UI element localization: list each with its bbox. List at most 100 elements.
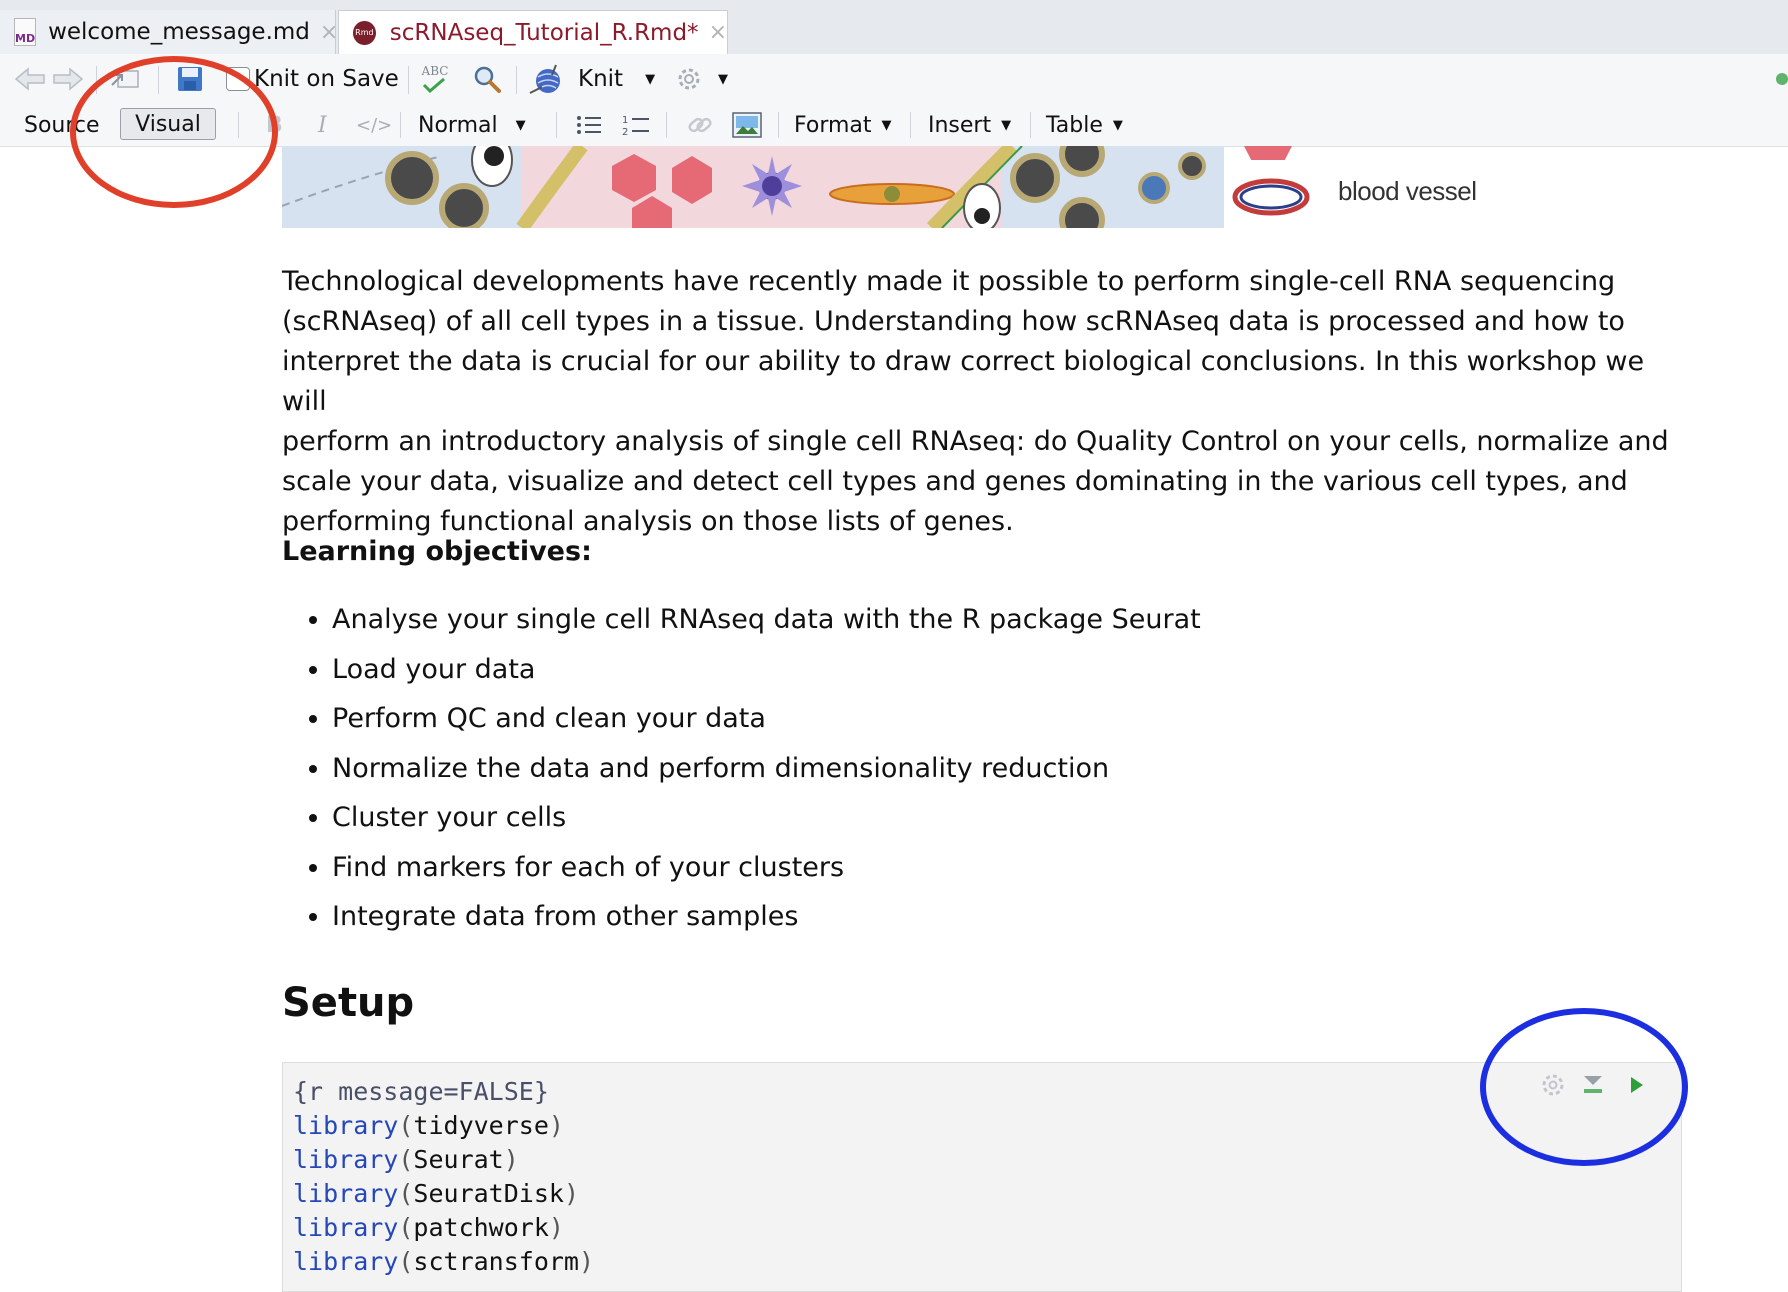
- settings-gear-button[interactable]: ▼: [674, 54, 728, 104]
- editor-toolbar: Knit on Save ABC Knit ▼ ▼: [0, 54, 1788, 105]
- editor-tab-bar: MD welcome_message.md × Rmd scRNAseq_Tut…: [0, 0, 1788, 55]
- blood-vessel-legend-icon: [1230, 176, 1312, 222]
- tab-scrnaseq-tutorial[interactable]: Rmd scRNAseq_Tutorial_R.Rmd* ×: [338, 10, 728, 54]
- tab-label: scRNAseq_Tutorial_R.Rmd*: [389, 19, 699, 46]
- function-arg: tidyverse: [413, 1111, 549, 1140]
- function-name: library: [293, 1179, 399, 1208]
- format-menu-label: Format: [794, 112, 872, 138]
- spellcheck-label: ABC: [421, 64, 449, 78]
- numbered-list-icon: 12: [622, 115, 649, 137]
- italic-icon: I: [318, 112, 327, 138]
- play-icon: [1631, 1077, 1643, 1093]
- chevron-down-icon: ▼: [515, 117, 526, 133]
- tab-label: welcome_message.md: [48, 19, 310, 45]
- insert-menu[interactable]: Insert ▼: [928, 104, 1011, 146]
- source-mode-button[interactable]: Source: [24, 104, 100, 146]
- block-format-dropdown[interactable]: Normal ▼: [418, 104, 526, 146]
- chevron-down-icon: ▼: [645, 71, 656, 87]
- function-arg: patchwork: [413, 1213, 549, 1242]
- visual-mode-button[interactable]: Visual: [120, 108, 216, 140]
- bold-button[interactable]: B: [266, 104, 283, 146]
- cell-diagram-image: [282, 146, 1224, 228]
- show-in-window-icon[interactable]: [110, 54, 142, 104]
- chevron-down-icon: ▼: [1112, 117, 1123, 133]
- numbered-list-button[interactable]: 12: [622, 104, 650, 146]
- rmd-file-icon: Rmd: [353, 20, 376, 45]
- intro-paragraph[interactable]: Technological developments have recently…: [282, 262, 1682, 542]
- bullet-list-icon: [577, 116, 601, 134]
- run-chunks-above-button[interactable]: [1581, 1073, 1605, 1103]
- list-item[interactable]: Cluster your cells: [332, 796, 1201, 846]
- run-above-icon: [1584, 1076, 1602, 1093]
- knit-on-save-label: Knit on Save: [254, 66, 399, 92]
- function-arg: Seurat: [413, 1145, 504, 1174]
- markdown-file-icon: MD: [14, 18, 37, 46]
- block-format-label: Normal: [418, 112, 498, 138]
- intro-line: perform an introductory analysis of sing…: [282, 426, 1669, 457]
- bold-icon: B: [266, 112, 283, 138]
- learning-objectives-list: Analyse your single cell RNAseq data wit…: [282, 598, 1201, 945]
- table-menu[interactable]: Table ▼: [1046, 104, 1123, 146]
- code-line: library(patchwork): [293, 1213, 564, 1242]
- image-icon: [732, 112, 762, 138]
- knit-label: Knit: [578, 66, 624, 92]
- forward-arrow-icon[interactable]: [50, 54, 84, 104]
- italic-button[interactable]: I: [318, 104, 327, 146]
- run-chunk-button[interactable]: [1625, 1073, 1647, 1103]
- source-label: Source: [24, 112, 100, 138]
- insert-image-button[interactable]: [732, 104, 762, 146]
- insert-menu-label: Insert: [928, 112, 992, 138]
- function-name: library: [293, 1145, 399, 1174]
- svg-text:1: 1: [622, 115, 628, 126]
- chunk-settings-button[interactable]: [1539, 1071, 1567, 1105]
- save-icon[interactable]: [176, 54, 204, 104]
- blood-vessel-label: blood vessel: [1338, 176, 1477, 206]
- spellcheck-icon[interactable]: ABC: [420, 54, 450, 104]
- close-icon[interactable]: ×: [320, 20, 338, 45]
- code-line: library(sctransform): [293, 1247, 595, 1276]
- code-line: library(Seurat): [293, 1145, 519, 1174]
- intro-line: (scRNAseq) of all cell types in a tissue…: [282, 306, 1625, 337]
- r-code-chunk[interactable]: {r message=FALSE} library(tidyverse) lib…: [282, 1062, 1682, 1292]
- function-arg: sctransform: [413, 1247, 579, 1276]
- function-name: library: [293, 1213, 399, 1242]
- chevron-down-icon: ▼: [718, 71, 728, 87]
- visual-label: Visual: [135, 111, 201, 137]
- link-icon: [688, 117, 712, 133]
- list-item[interactable]: Integrate data from other samples: [332, 895, 1201, 945]
- chunk-header: {r message=FALSE}: [293, 1077, 549, 1106]
- bullet-list-button[interactable]: [576, 104, 602, 146]
- table-menu-label: Table: [1046, 112, 1103, 138]
- close-icon[interactable]: ×: [709, 20, 727, 45]
- function-arg: SeuratDisk: [413, 1179, 564, 1208]
- back-arrow-icon[interactable]: [14, 54, 48, 104]
- code-line: library(tidyverse): [293, 1111, 564, 1140]
- learning-objectives-heading: Learning objectives:: [282, 536, 592, 567]
- intro-line: Technological developments have recently…: [282, 266, 1616, 297]
- visual-editor-toolbar: Source Visual B I </> Normal ▼ 12 Format…: [0, 104, 1788, 147]
- tab-welcome-message[interactable]: MD welcome_message.md ×: [0, 10, 338, 54]
- code-button[interactable]: </>: [356, 104, 392, 146]
- list-item[interactable]: Normalize the data and perform dimension…: [332, 747, 1201, 797]
- function-name: library: [293, 1111, 399, 1140]
- knit-button[interactable]: Knit ▼: [528, 54, 655, 104]
- gear-icon: [678, 68, 700, 90]
- setup-heading: Setup: [282, 980, 415, 1026]
- publish-icon[interactable]: [1776, 54, 1788, 104]
- find-replace-icon[interactable]: [472, 54, 502, 104]
- insert-link-button[interactable]: [686, 104, 714, 146]
- chevron-down-icon: ▼: [881, 117, 892, 133]
- code-line: library(SeuratDisk): [293, 1179, 579, 1208]
- function-name: library: [293, 1247, 399, 1276]
- knit-on-save-checkbox[interactable]: Knit on Save: [226, 54, 399, 104]
- code-icon: </>: [356, 114, 393, 136]
- list-item[interactable]: Analyse your single cell RNAseq data wit…: [332, 598, 1201, 648]
- svg-text:2: 2: [622, 127, 628, 137]
- chevron-down-icon: ▼: [1001, 117, 1012, 133]
- format-menu[interactable]: Format ▼: [794, 104, 892, 146]
- checkbox-icon[interactable]: [226, 67, 250, 91]
- legend-hexagon: [1244, 146, 1292, 160]
- list-item[interactable]: Find markers for each of your clusters: [332, 846, 1201, 896]
- list-item[interactable]: Perform QC and clean your data: [332, 697, 1201, 747]
- list-item[interactable]: Load your data: [332, 648, 1201, 698]
